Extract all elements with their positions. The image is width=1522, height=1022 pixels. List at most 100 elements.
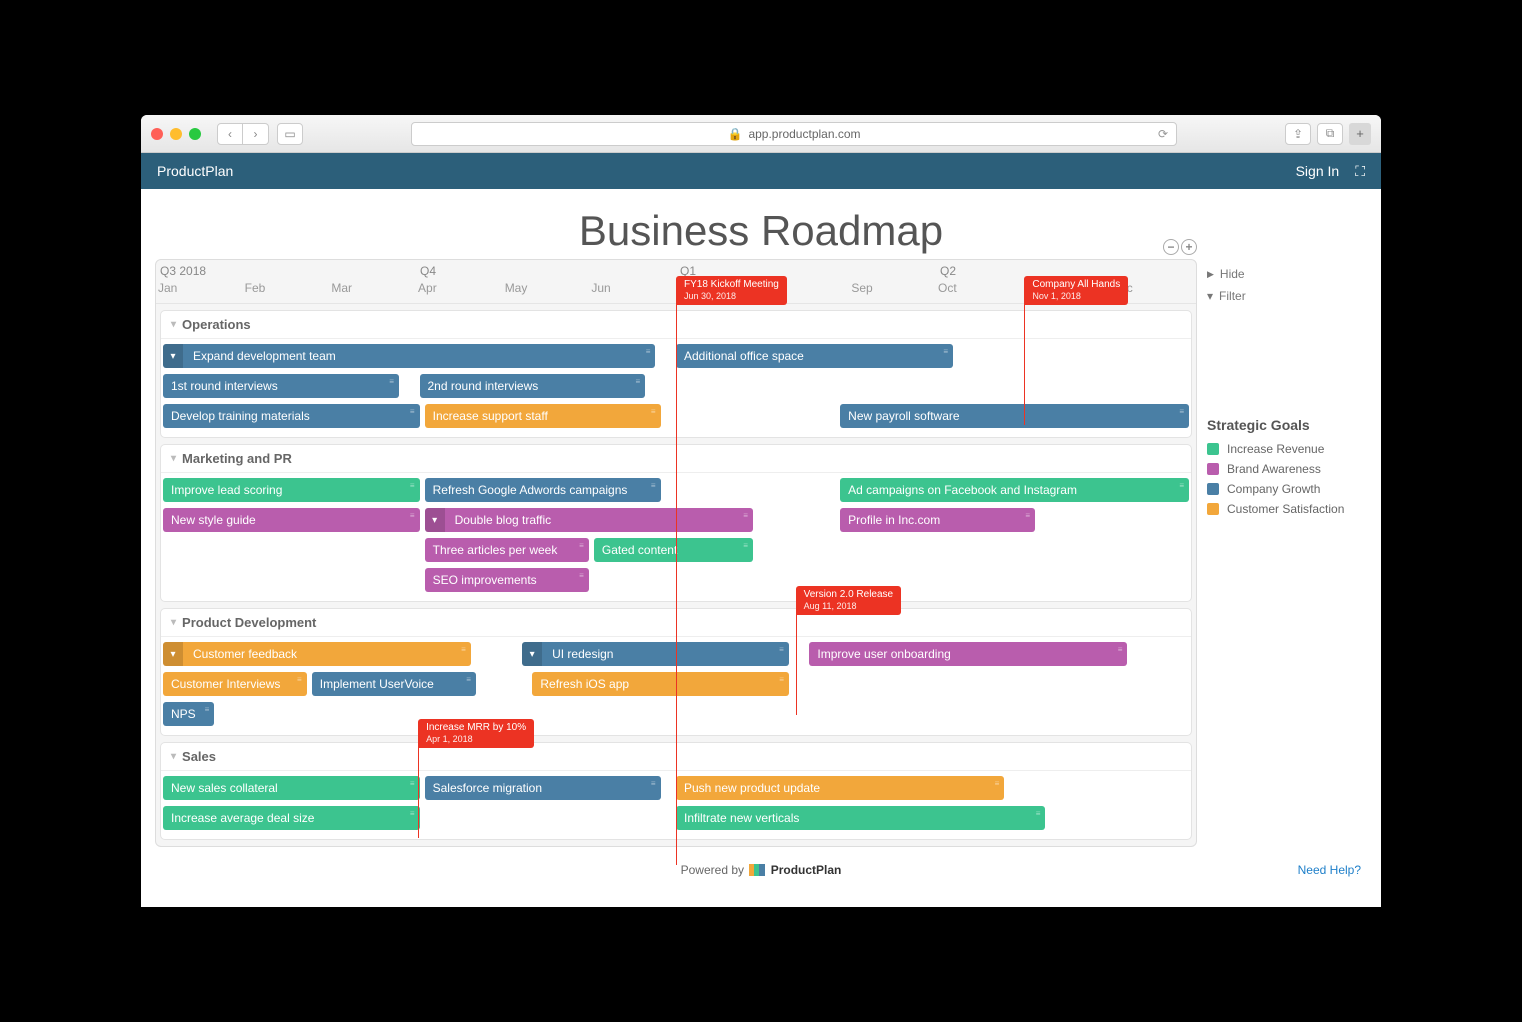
- roadmap-bar[interactable]: 1st round interviews≡: [163, 374, 399, 398]
- drag-grip-icon[interactable]: ≡: [651, 407, 657, 416]
- productplan-logo-icon: [749, 864, 765, 879]
- tabs-button[interactable]: ⧉: [1317, 123, 1343, 145]
- roadmap-bar[interactable]: ▾UI redesign≡: [522, 642, 789, 666]
- drag-grip-icon[interactable]: ≡: [1025, 511, 1031, 520]
- reload-icon[interactable]: ⟳: [1158, 127, 1168, 141]
- close-window-button[interactable]: [151, 128, 163, 140]
- roadmap-bar[interactable]: Develop training materials≡: [163, 404, 420, 428]
- milestone-marker[interactable]: Increase MRR by 10%Apr 1, 2018: [418, 719, 534, 748]
- roadmap-bar[interactable]: 2nd round interviews ≡: [420, 374, 646, 398]
- maximize-window-button[interactable]: [189, 128, 201, 140]
- drag-grip-icon[interactable]: ≡: [651, 779, 657, 788]
- drag-grip-icon[interactable]: ≡: [579, 541, 585, 550]
- roadmap-bar[interactable]: Gated content≡: [594, 538, 753, 562]
- drag-grip-icon[interactable]: ≡: [646, 347, 652, 356]
- color-swatch: [1207, 443, 1219, 455]
- goal-item[interactable]: Customer Satisfaction: [1207, 499, 1367, 519]
- milestone-marker[interactable]: Version 2.0 ReleaseAug 11, 2018: [796, 586, 902, 615]
- drag-grip-icon[interactable]: ≡: [461, 645, 467, 654]
- roadmap-bar[interactable]: ▾ Double blog traffic ≡: [425, 508, 753, 532]
- drag-grip-icon[interactable]: ≡: [410, 779, 416, 788]
- roadmap-bar[interactable]: SEO improvements≡: [425, 568, 589, 592]
- drag-grip-icon[interactable]: ≡: [466, 675, 472, 684]
- drag-grip-icon[interactable]: ≡: [579, 571, 585, 580]
- drag-grip-icon[interactable]: ≡: [410, 481, 416, 490]
- roadmap-bar[interactable]: New payroll software≡: [840, 404, 1189, 428]
- quarter-label: Q4: [416, 264, 676, 278]
- back-button[interactable]: ‹: [217, 123, 243, 145]
- drag-grip-icon[interactable]: ≡: [205, 705, 211, 714]
- bar-label: 2nd round interviews: [428, 379, 539, 393]
- drag-grip-icon[interactable]: ≡: [995, 779, 1001, 788]
- milestone-marker[interactable]: Company All HandsNov 1, 2018: [1024, 276, 1128, 305]
- drag-grip-icon[interactable]: ≡: [1179, 407, 1185, 416]
- roadmap-bar[interactable]: Implement UserVoice≡: [312, 672, 476, 696]
- nav-back-forward: ‹ ›: [217, 123, 269, 145]
- drag-grip-icon[interactable]: ≡: [743, 511, 749, 520]
- roadmap-bar[interactable]: Salesforce migration≡: [425, 776, 661, 800]
- drag-grip-icon[interactable]: ≡: [297, 675, 303, 684]
- bar-label: New sales collateral: [171, 781, 278, 795]
- goal-item[interactable]: Company Growth: [1207, 479, 1367, 499]
- drag-grip-icon[interactable]: ≡: [943, 347, 949, 356]
- roadmap-bar[interactable]: ▾Expand development team≡: [163, 344, 655, 368]
- footer: Powered by ProductPlan Need Help?: [141, 847, 1381, 886]
- hide-toggle[interactable]: ▶ Hide: [1207, 263, 1367, 285]
- roadmap-bar[interactable]: Three articles per week≡: [425, 538, 589, 562]
- zoom-in-button[interactable]: +: [1181, 239, 1197, 255]
- fullscreen-icon[interactable]: ⛶: [1355, 163, 1365, 180]
- month-label: May: [503, 281, 590, 295]
- minimize-window-button[interactable]: [170, 128, 182, 140]
- roadmap-bar[interactable]: Refresh iOS app≡: [532, 672, 789, 696]
- roadmap-bar[interactable]: Increase support staff≡: [425, 404, 661, 428]
- sign-in-link[interactable]: Sign In: [1296, 163, 1340, 179]
- drag-grip-icon[interactable]: ≡: [1179, 481, 1185, 490]
- drag-grip-icon[interactable]: ≡: [779, 645, 785, 654]
- roadmap-bar[interactable]: New sales collateral ≡: [163, 776, 420, 800]
- roadmap-bar[interactable]: Increase average deal size≡: [163, 806, 420, 830]
- roadmap-bar[interactable]: Customer Interviews ≡: [163, 672, 307, 696]
- goal-label: Increase Revenue: [1227, 442, 1324, 456]
- roadmap-bar[interactable]: Improve lead scoring≡: [163, 478, 420, 502]
- drag-grip-icon[interactable]: ≡: [389, 377, 395, 386]
- new-tab-button[interactable]: +: [1349, 123, 1371, 145]
- url-bar[interactable]: 🔒 app.productplan.com ⟳: [411, 122, 1177, 146]
- zoom-out-button[interactable]: −: [1163, 239, 1179, 255]
- goal-item[interactable]: Brand Awareness: [1207, 459, 1367, 479]
- chevron-down-icon[interactable]: ▾: [522, 642, 542, 666]
- timeline: Q3 2018Q4Q1Q2 JanFebMarAprMayJunJulAugSe…: [155, 259, 1197, 847]
- help-link[interactable]: Need Help?: [1298, 863, 1361, 877]
- drag-grip-icon[interactable]: ≡: [743, 541, 749, 550]
- roadmap-bar[interactable]: Profile in Inc.com≡: [840, 508, 1035, 532]
- drag-grip-icon[interactable]: ≡: [410, 407, 416, 416]
- bar-label: Customer Interviews: [171, 677, 280, 691]
- drag-grip-icon[interactable]: ≡: [651, 481, 657, 490]
- roadmap-bar[interactable]: Additional office space≡: [676, 344, 953, 368]
- filter-toggle[interactable]: ▾ Filter: [1207, 285, 1367, 307]
- roadmap-bar[interactable]: Infiltrate new verticals≡: [676, 806, 1045, 830]
- chevron-down-icon[interactable]: ▾: [425, 508, 445, 532]
- bar-label: New style guide: [171, 513, 256, 527]
- sidebar-toggle-button[interactable]: ▭: [277, 123, 303, 145]
- drag-grip-icon[interactable]: ≡: [410, 809, 416, 818]
- bar-label: Double blog traffic: [455, 513, 552, 527]
- drag-grip-icon[interactable]: ≡: [779, 675, 785, 684]
- drag-grip-icon[interactable]: ≡: [1118, 645, 1124, 654]
- chevron-down-icon[interactable]: ▾: [163, 344, 183, 368]
- roadmap-bar[interactable]: ▾Customer feedback≡: [163, 642, 471, 666]
- roadmap-bar[interactable]: NPS≡: [163, 702, 214, 726]
- drag-grip-icon[interactable]: ≡: [636, 377, 642, 386]
- roadmap-bar[interactable]: Ad campaigns on Facebook and Instagram≡: [840, 478, 1189, 502]
- roadmap-bar[interactable]: New style guide ≡: [163, 508, 420, 532]
- roadmap-bar[interactable]: Push new product update≡: [676, 776, 1004, 800]
- chevron-down-icon[interactable]: ▾: [163, 642, 183, 666]
- drag-grip-icon[interactable]: ≡: [1036, 809, 1042, 818]
- roadmap-bar[interactable]: Improve user onboarding≡: [809, 642, 1127, 666]
- productplan-brand[interactable]: ProductPlan: [771, 863, 842, 877]
- forward-button[interactable]: ›: [243, 123, 269, 145]
- drag-grip-icon[interactable]: ≡: [410, 511, 416, 520]
- goal-item[interactable]: Increase Revenue: [1207, 439, 1367, 459]
- share-button[interactable]: ⇪: [1285, 123, 1311, 145]
- roadmap-bar[interactable]: Refresh Google Adwords campaigns≡: [425, 478, 661, 502]
- milestone-marker[interactable]: FY18 Kickoff MeetingJun 30, 2018: [676, 276, 787, 305]
